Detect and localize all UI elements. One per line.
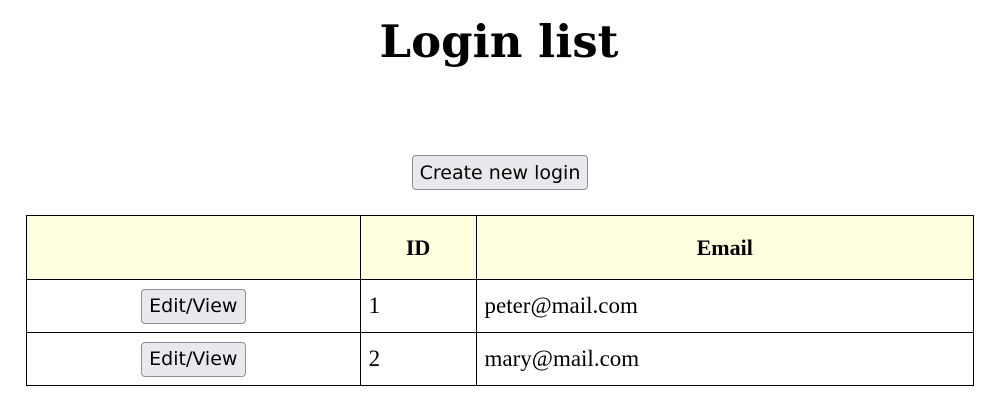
table-row: Edit/View 2 mary@mail.com bbox=[26, 332, 974, 386]
column-header-email: Email bbox=[475, 215, 974, 280]
email-cell: mary@mail.com bbox=[475, 332, 974, 386]
edit-view-button[interactable]: Edit/View bbox=[140, 341, 246, 377]
table-row: Edit/View 1 peter@mail.com bbox=[26, 279, 974, 333]
column-header-id: ID bbox=[359, 215, 477, 280]
table-header-row: ID Email bbox=[26, 215, 974, 280]
action-cell: Edit/View bbox=[26, 332, 361, 386]
action-cell: Edit/View bbox=[26, 279, 361, 333]
create-new-login-button[interactable]: Create new login bbox=[412, 155, 588, 190]
login-table: ID Email Edit/View 1 peter@mail.com Edit… bbox=[26, 215, 974, 386]
email-cell: peter@mail.com bbox=[475, 279, 974, 333]
edit-view-button[interactable]: Edit/View bbox=[140, 288, 246, 324]
column-header-actions bbox=[26, 215, 361, 280]
page-title: Login list bbox=[379, 15, 619, 68]
id-cell: 2 bbox=[359, 332, 477, 386]
id-cell: 1 bbox=[359, 279, 477, 333]
